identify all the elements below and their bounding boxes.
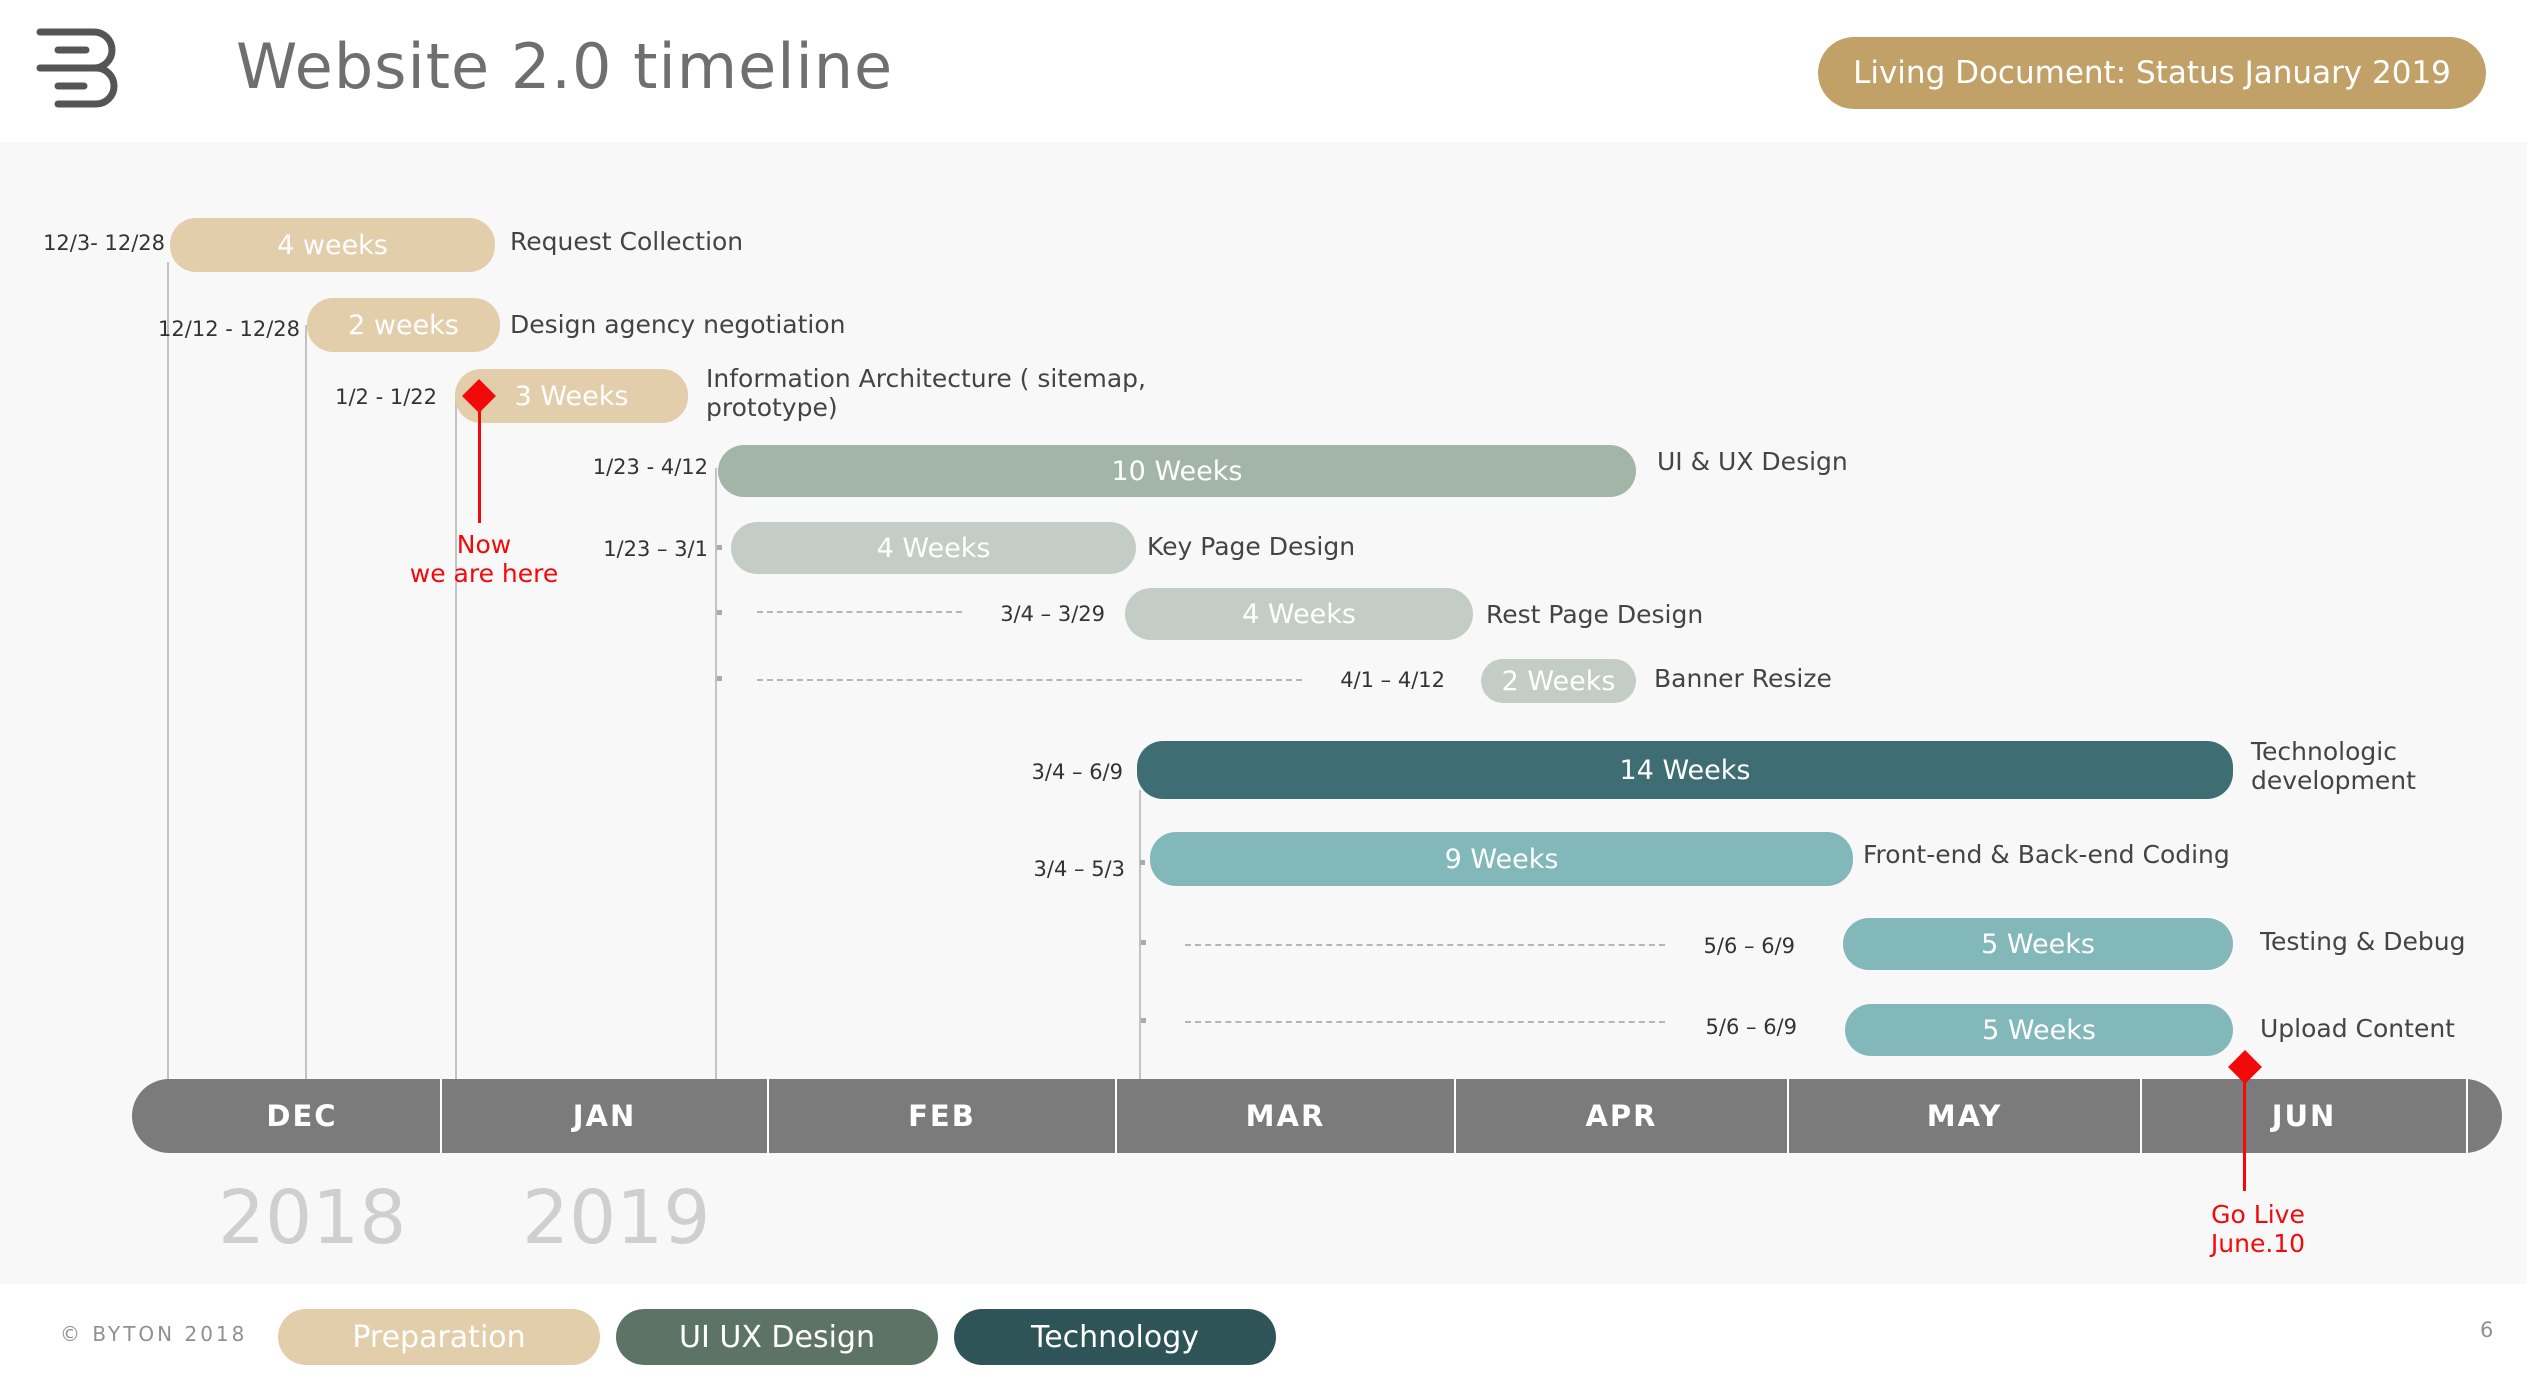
task-label: Upload Content <box>2260 1014 2455 1043</box>
task-dates: 4/1 – 4/12 <box>1340 668 1445 692</box>
month-axis: DEC JAN FEB MAR APR MAY JUN <box>132 1079 2502 1153</box>
row-dot <box>717 676 722 681</box>
month-label: MAY <box>1789 1079 2142 1153</box>
task-label: Front-end & Back-end Coding <box>1863 840 2230 869</box>
row-dot <box>717 610 722 615</box>
task-label: Banner Resize <box>1654 664 1832 693</box>
task-dates: 3/4 – 5/3 <box>1033 857 1125 881</box>
page-title: Website 2.0 timeline <box>236 30 894 103</box>
slide-header: Website 2.0 timeline Living Document: St… <box>0 0 2527 142</box>
task-label: Information Architecture ( sitemap, prot… <box>706 364 1146 422</box>
golive-marker-label: Go Live June.10 <box>2178 1200 2338 1258</box>
month-label: FEB <box>769 1079 1117 1153</box>
task-label: Design agency negotiation <box>510 310 846 339</box>
dashed-leader <box>1185 944 1665 946</box>
status-badge: Living Document: Status January 2019 <box>1818 37 2486 109</box>
task-bar[interactable]: 5 Weeks <box>1843 918 2233 970</box>
task-label: Key Page Design <box>1147 532 1356 561</box>
task-dates: 1/23 – 3/1 <box>603 537 708 561</box>
guide-line <box>305 325 307 1079</box>
golive-marker-line <box>2243 1066 2246 1191</box>
task-dates: 3/4 – 6/9 <box>1031 760 1123 784</box>
task-label-line: prototype) <box>706 393 838 422</box>
task-bar[interactable]: 4 Weeks <box>731 522 1136 574</box>
row-dot <box>1141 1018 1146 1023</box>
task-label: UI & UX Design <box>1657 447 1848 476</box>
now-marker-line2: we are here <box>409 559 559 588</box>
golive-marker-line1: Go Live <box>2211 1200 2305 1229</box>
legend-preparation: Preparation <box>278 1309 600 1365</box>
task-label-line: Information Architecture ( sitemap, <box>706 364 1147 393</box>
task-label-line: development <box>2251 766 2416 795</box>
task-dates: 1/2 - 1/22 <box>335 385 437 409</box>
dashed-leader <box>757 679 1302 681</box>
task-bar[interactable]: 2 Weeks <box>1481 659 1636 703</box>
task-bar[interactable]: 9 Weeks <box>1150 832 1853 886</box>
month-label: DEC <box>164 1079 442 1153</box>
month-label: MAR <box>1117 1079 1456 1153</box>
copyright-text: © BYTON 2018 <box>60 1322 248 1346</box>
task-bar[interactable]: 2 weeks <box>307 298 500 352</box>
task-dates: 5/6 – 6/9 <box>1705 1015 1797 1039</box>
legend-technology: Technology <box>954 1309 1276 1365</box>
task-label: Testing & Debug <box>2260 927 2466 956</box>
guide-line <box>1139 790 1141 1079</box>
now-marker-line1: Now <box>456 530 512 559</box>
task-label-line: Technologic <box>2251 737 2397 766</box>
row-dot <box>1141 940 1146 945</box>
task-dates: 12/3- 12/28 <box>43 231 165 255</box>
task-label: Request Collection <box>510 227 744 256</box>
guide-line <box>455 396 457 1079</box>
task-label: Rest Page Design <box>1486 600 1704 629</box>
now-marker-label: Now we are here <box>404 530 564 588</box>
task-dates: 5/6 – 6/9 <box>1703 934 1795 958</box>
month-label: JUN <box>2142 1079 2468 1153</box>
task-dates: 1/23 - 4/12 <box>592 455 708 479</box>
slide: Website 2.0 timeline Living Document: St… <box>0 0 2527 1390</box>
golive-marker-line2: June.10 <box>2210 1229 2306 1258</box>
task-dates: 12/12 - 12/28 <box>158 317 300 341</box>
now-marker-line <box>478 395 481 523</box>
dashed-leader <box>1185 1021 1665 1023</box>
byton-logo-icon <box>36 28 118 108</box>
task-dates: 3/4 – 3/29 <box>1000 602 1105 626</box>
task-label: Technologic development <box>2251 737 2416 795</box>
guide-line <box>167 262 169 1079</box>
month-label: APR <box>1456 1079 1789 1153</box>
page-number: 6 <box>2480 1318 2494 1342</box>
task-bar[interactable]: 4 weeks <box>170 218 495 272</box>
month-label: JAN <box>442 1079 769 1153</box>
dashed-leader <box>757 611 962 613</box>
year-label: 2019 <box>522 1175 711 1261</box>
legend-ui-ux-design: UI UX Design <box>616 1309 938 1365</box>
row-dot <box>1140 860 1145 865</box>
row-dot <box>717 545 722 550</box>
guide-line <box>715 468 717 1079</box>
year-label: 2018 <box>218 1175 407 1261</box>
task-bar[interactable]: 4 Weeks <box>1125 588 1473 640</box>
task-bar[interactable]: 10 Weeks <box>718 445 1636 497</box>
task-bar[interactable]: 5 Weeks <box>1845 1004 2233 1056</box>
task-bar[interactable]: 14 Weeks <box>1137 741 2233 799</box>
